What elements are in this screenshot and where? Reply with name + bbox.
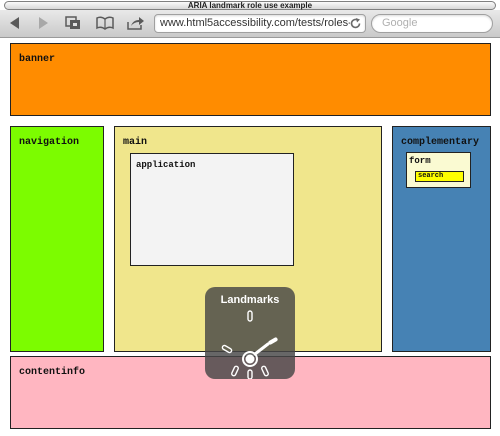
navigation-landmark: navigation <box>10 126 104 352</box>
banner-landmark: banner <box>10 43 491 116</box>
form-landmark: form search <box>406 152 471 188</box>
open-book-icon[interactable] <box>94 14 116 32</box>
main-label: main <box>123 137 148 148</box>
browser-toolbar: www.html5accessibility.com/tests/roles-l… <box>0 10 500 38</box>
navigation-label: navigation <box>19 137 80 148</box>
window-title: ARIA landmark role use example <box>4 1 496 10</box>
rotor-dial-icon <box>205 307 295 380</box>
tabs-icon[interactable] <box>62 14 84 32</box>
form-label: form <box>409 156 431 166</box>
complementary-landmark: complementary form search <box>392 126 491 352</box>
application-landmark[interactable]: application <box>130 153 294 266</box>
banner-label: banner <box>19 54 56 65</box>
application-label: application <box>136 160 196 170</box>
search-landmark[interactable]: search <box>415 171 464 182</box>
address-bar[interactable]: www.html5accessibility.com/tests/roles-l… <box>154 14 366 33</box>
complementary-label: complementary <box>401 137 480 148</box>
address-bar-url: www.html5accessibility.com/tests/roles-l… <box>160 17 350 29</box>
reload-icon[interactable] <box>349 17 362 30</box>
contentinfo-label: contentinfo <box>19 367 86 378</box>
back-arrow-icon[interactable] <box>4 14 26 32</box>
search-input[interactable]: Google <box>371 14 493 33</box>
rotor-title: Landmarks <box>220 294 280 306</box>
share-icon[interactable] <box>125 14 147 32</box>
forward-arrow-icon[interactable] <box>32 14 54 32</box>
browser-window: ARIA landmark role use example www.html5… <box>0 0 500 436</box>
voiceover-rotor: Landmarks <box>205 287 295 380</box>
